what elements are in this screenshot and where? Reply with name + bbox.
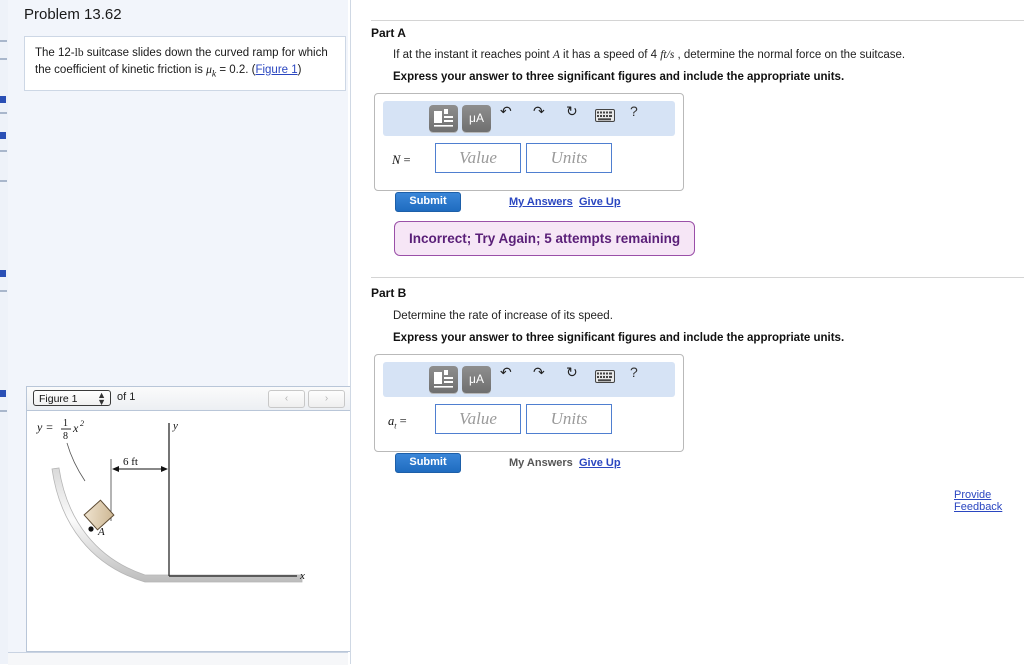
part-b-answer-label: at =: [388, 414, 407, 431]
figure-select-value: Figure 1: [39, 393, 78, 405]
sidebar-footer: [8, 652, 348, 665]
template-icon: [434, 109, 453, 127]
part-a-question: If at the instant it reaches point A it …: [393, 49, 905, 61]
chevron-left-icon: ‹: [284, 393, 289, 404]
chevron-right-icon: ›: [324, 393, 329, 404]
figure-count-label: of 1: [117, 391, 136, 403]
axis-label-y: y: [172, 420, 178, 432]
part-a-heading: Part A: [371, 26, 406, 40]
figure-panel: Figure 1 ▲ ▼ of 1 ‹ › y x 6 ft y = 1 8 x…: [26, 386, 352, 652]
statement-unit-lb: lb: [74, 47, 84, 59]
mu-a-icon: μA: [469, 111, 484, 125]
svg-text:2: 2: [80, 419, 84, 428]
part-b-submit-button[interactable]: Submit: [395, 453, 461, 473]
part-a-instruction: Express your answer to three significant…: [393, 71, 845, 83]
undo-icon[interactable]: ↶: [500, 104, 512, 121]
part-a-speed-unit: ft/s: [660, 49, 675, 61]
part-b-divider: [371, 277, 1024, 278]
statement-text-pre: The 12-: [35, 47, 75, 59]
units-button[interactable]: μA: [462, 105, 491, 132]
svg-text:y =: y =: [36, 420, 53, 434]
part-a-answer-toolbar: μA ↶ ↷ ↻ ?: [383, 101, 675, 136]
mu-a-icon: μA: [469, 372, 484, 386]
part-a-submit-button[interactable]: Submit: [395, 192, 461, 212]
problem-sidebar: Problem 13.62 The 12-lb suitcase slides …: [8, 0, 352, 664]
figure-1-link[interactable]: Figure 1: [255, 64, 297, 76]
part-a-units-input[interactable]: Units: [526, 143, 612, 173]
svg-text:x: x: [72, 421, 79, 435]
dimension-label: 6 ft: [123, 456, 138, 468]
part-a-my-answers-link[interactable]: My Answers: [509, 196, 573, 208]
keyboard-icon[interactable]: [595, 109, 615, 122]
problem-statement: The 12-lb suitcase slides down the curve…: [24, 36, 346, 91]
part-b-my-answers-link[interactable]: My Answers: [509, 457, 573, 469]
part-b-instruction: Express your answer to three significant…: [393, 332, 845, 344]
figure-image: y x 6 ft y = 1 8 x 2 A: [27, 411, 351, 651]
svg-text:1: 1: [63, 418, 68, 429]
reset-icon[interactable]: ↻: [566, 365, 578, 382]
part-a-question-post: , determine the normal force on the suit…: [674, 49, 906, 61]
problem-page: Problem 13.62 The 12-lb suitcase slides …: [0, 0, 1024, 665]
part-a-question-pre: If at the instant it reaches point: [393, 49, 553, 61]
part-a-input-row: N = Value Units: [383, 141, 675, 181]
part-a-question-mid: it has a speed of 4: [559, 49, 661, 61]
chevron-updown-icon: ▲ ▼: [97, 390, 106, 407]
undo-icon[interactable]: ↶: [500, 365, 512, 382]
part-a-answer-box: μA ↶ ↷ ↻ ? N = Value Units: [374, 93, 684, 191]
part-a-give-up-link[interactable]: Give Up: [579, 196, 621, 208]
part-b-input-row: at = Value Units: [383, 402, 675, 442]
svg-text:8: 8: [63, 431, 68, 442]
point-a-label: A: [97, 526, 105, 538]
template-button[interactable]: [429, 105, 458, 132]
status-badge: Incorrect; Try Again; 5 attempts remaini…: [394, 221, 696, 256]
provide-feedback-link[interactable]: Provide Feedback: [954, 489, 1024, 513]
help-icon[interactable]: ?: [630, 103, 638, 119]
template-button[interactable]: [429, 366, 458, 393]
part-a-divider: [371, 20, 1024, 21]
axis-label-x: x: [299, 570, 305, 582]
part-b-answer-toolbar: μA ↶ ↷ ↻ ?: [383, 362, 675, 397]
figure-select[interactable]: Figure 1 ▲ ▼: [33, 390, 111, 407]
curve-equation-label: y = 1 8 x 2: [36, 418, 86, 482]
statement-text-end: ): [297, 63, 302, 76]
keyboard-icon[interactable]: [595, 370, 615, 383]
point-a-marker: [88, 526, 94, 532]
statement-text-post: = 0.2. (: [216, 63, 256, 76]
figure-prev-button[interactable]: ‹: [268, 390, 305, 408]
help-icon[interactable]: ?: [630, 364, 638, 380]
part-b-heading: Part B: [371, 286, 407, 300]
part-b-value-input[interactable]: Value: [435, 404, 521, 434]
units-button[interactable]: μA: [462, 366, 491, 393]
reset-icon[interactable]: ↻: [566, 104, 578, 121]
page-title: Problem 13.62: [24, 6, 122, 23]
redo-icon[interactable]: ↷: [533, 104, 545, 121]
part-a-answer-label: N =: [392, 153, 411, 167]
answer-area: Part A If at the instant it reaches poin…: [350, 0, 1024, 664]
part-a-value-input[interactable]: Value: [435, 143, 521, 173]
figure-next-button[interactable]: ›: [308, 390, 345, 408]
part-b-give-up-link[interactable]: Give Up: [579, 457, 621, 469]
ramp-diagram-svg: y x 6 ft y = 1 8 x 2 A: [36, 418, 305, 583]
figure-toolbar: Figure 1 ▲ ▼ of 1 ‹ ›: [27, 387, 351, 411]
part-b-units-input[interactable]: Units: [526, 404, 612, 434]
part-b-answer-box: μA ↶ ↷ ↻ ? at = Value Units: [374, 354, 684, 452]
template-icon: [434, 370, 453, 388]
part-a-point-var: A: [552, 49, 560, 61]
part-b-question: Determine the rate of increase of its sp…: [393, 310, 613, 322]
redo-icon[interactable]: ↷: [533, 365, 545, 382]
